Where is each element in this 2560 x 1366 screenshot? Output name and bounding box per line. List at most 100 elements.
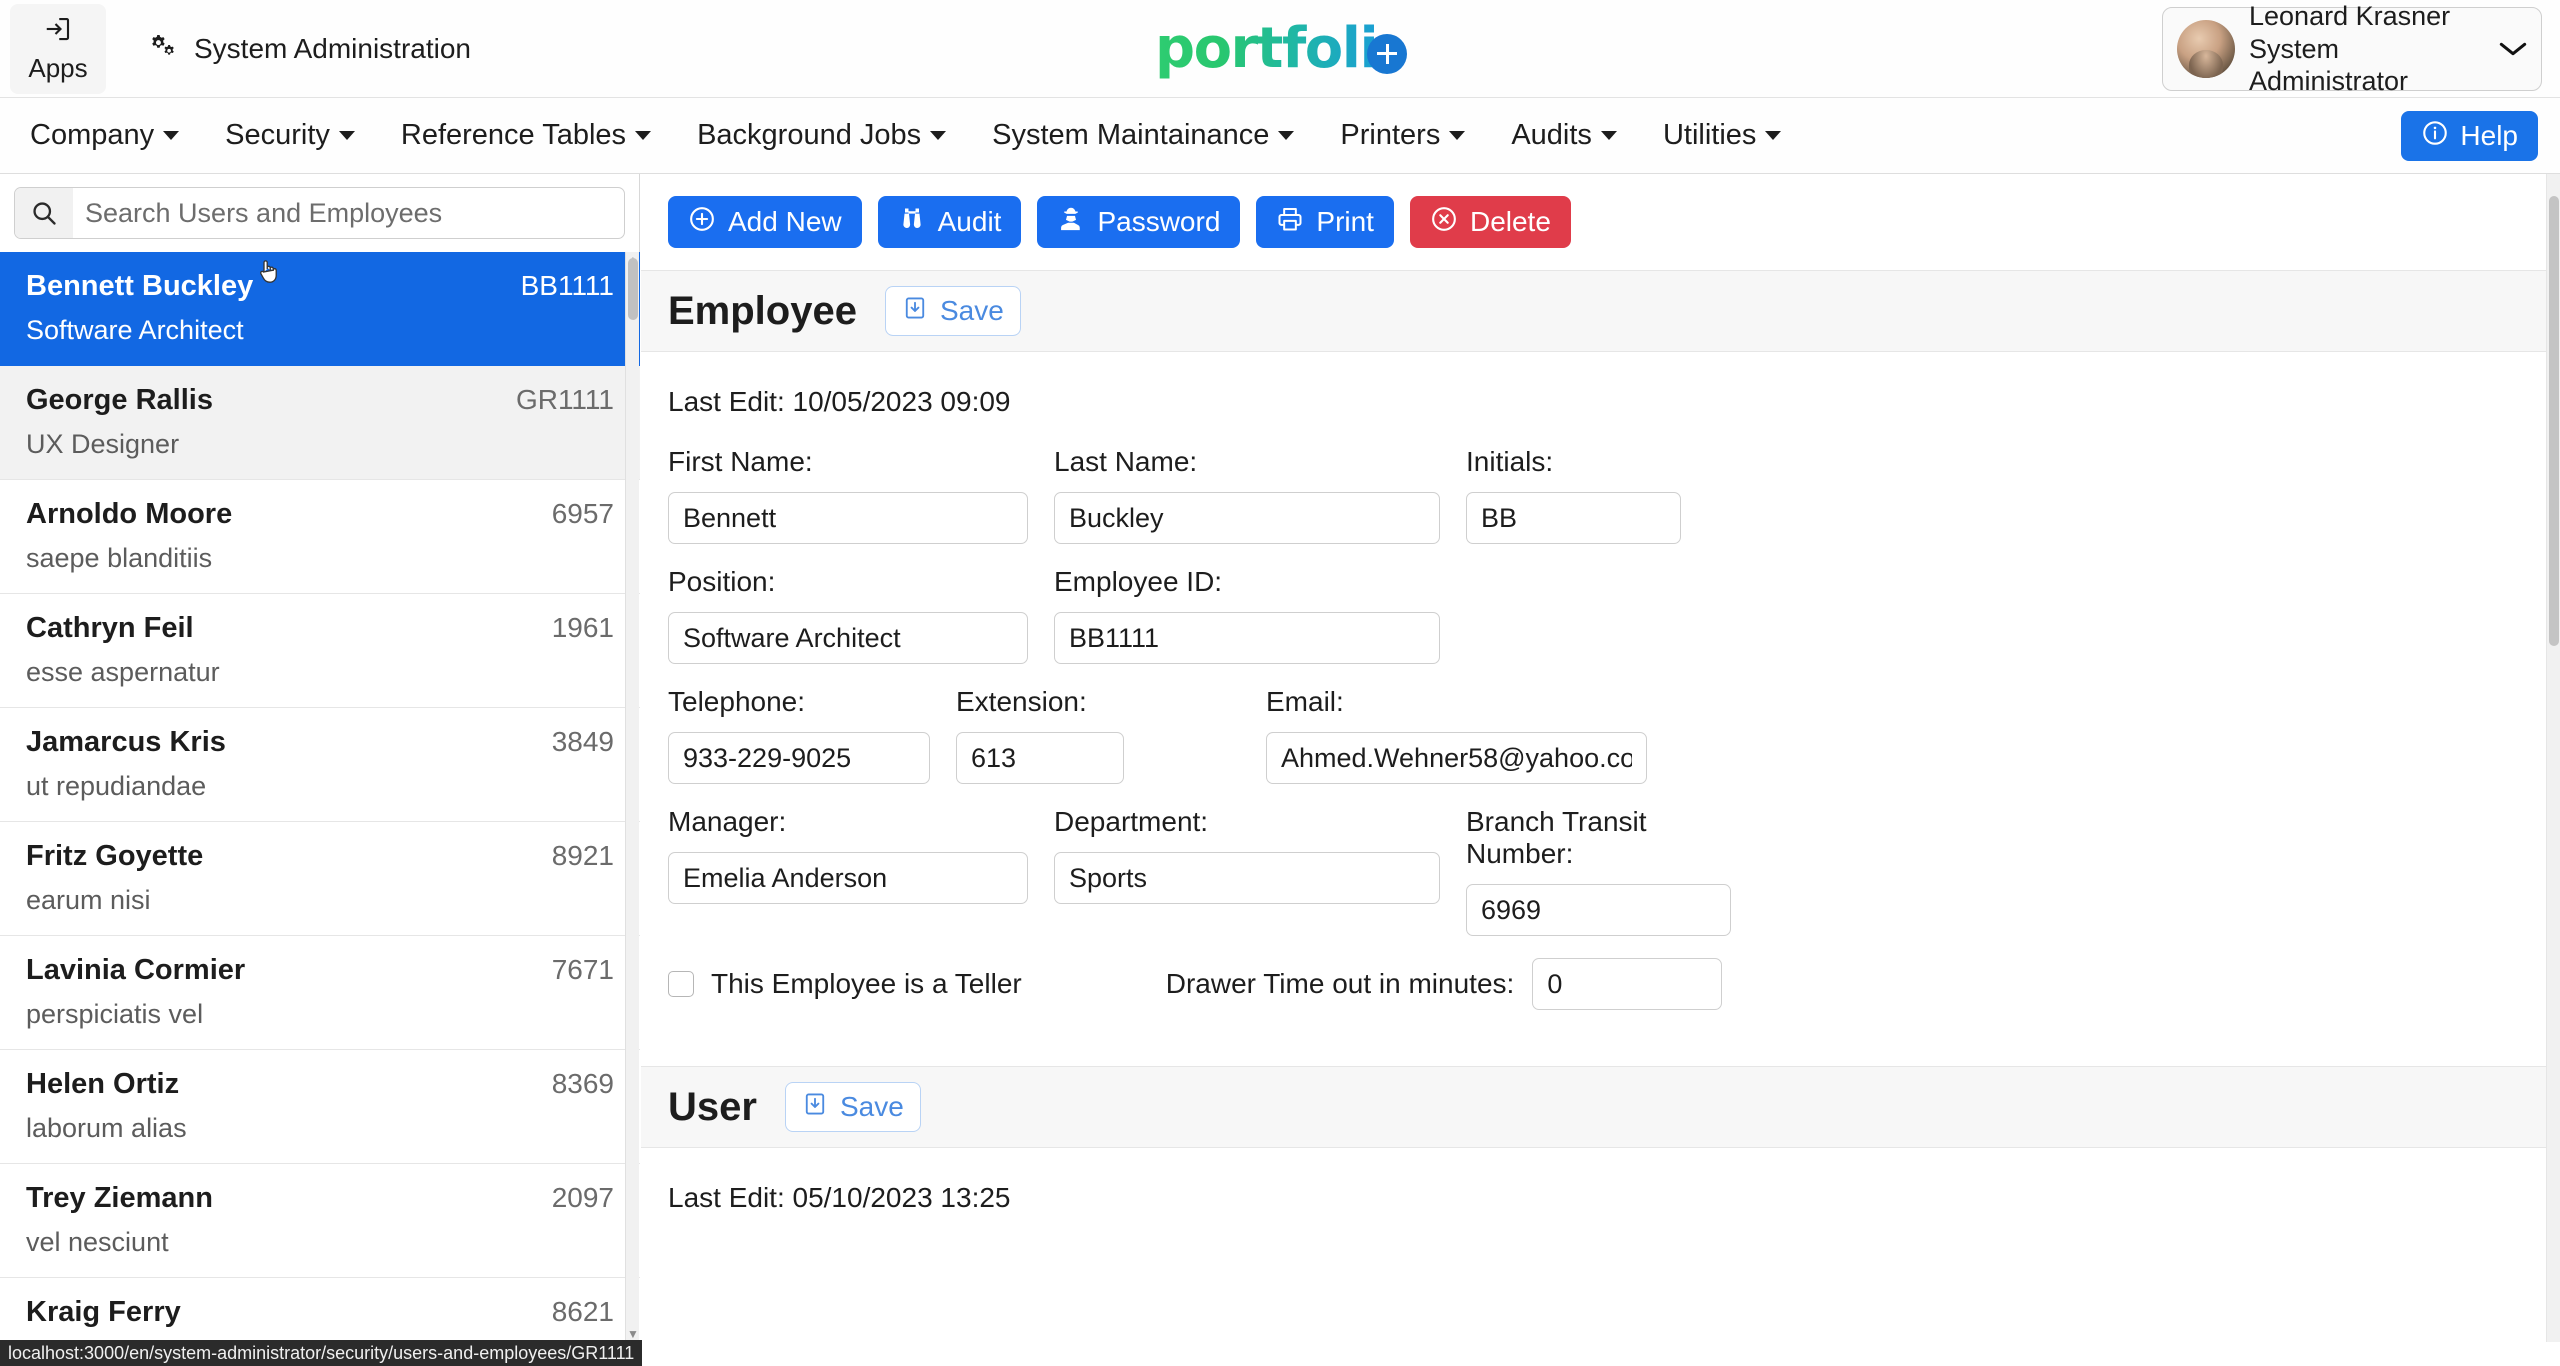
list-item[interactable]: Kraig Ferry 8621 eaque aliquam — [0, 1278, 640, 1342]
apps-label: Apps — [28, 53, 87, 84]
branch-transit-number-label: Branch Transit Number: — [1466, 806, 1731, 870]
main-scrollbar[interactable] — [2546, 174, 2560, 1342]
users-and-employees-list[interactable]: Bennett Buckley BB1111 Software Architec… — [0, 252, 640, 1342]
last-name-group: Last Name: — [1054, 446, 1440, 544]
list-item-code: 2097 — [552, 1182, 614, 1214]
action-toolbar: Add New Audit Password — [641, 174, 2560, 270]
delete-button[interactable]: Delete — [1410, 196, 1571, 248]
list-item-subtitle: laborum alias — [26, 1113, 614, 1144]
employee-section-header: Employee Save — [641, 270, 2560, 352]
teller-checkbox[interactable] — [668, 971, 694, 997]
email-label: Email: — [1266, 686, 1647, 718]
list-item[interactable]: Arnoldo Moore 6957 saepe blanditiis — [0, 480, 640, 594]
nav-item-company[interactable]: Company — [30, 119, 179, 152]
print-button[interactable]: Print — [1256, 196, 1394, 248]
audit-button[interactable]: Audit — [878, 196, 1022, 248]
avatar — [2177, 20, 2235, 78]
nav-label: Company — [30, 119, 154, 152]
user-section-header: User Save — [641, 1066, 2560, 1148]
list-item-code: 7671 — [552, 954, 614, 986]
search-input[interactable] — [73, 188, 624, 238]
password-button[interactable]: Password — [1037, 196, 1240, 248]
add-new-label: Add New — [728, 206, 842, 238]
list-item-subtitle: Software Architect — [26, 315, 614, 346]
first-name-field[interactable] — [668, 492, 1028, 544]
nav-item-security[interactable]: Security — [225, 119, 355, 152]
user-form: Last Edit: 05/10/2023 13:25 — [641, 1148, 2560, 1214]
list-item[interactable]: Helen Ortiz 8369 laborum alias — [0, 1050, 640, 1164]
list-item[interactable]: Fritz Goyette 8921 earum nisi — [0, 822, 640, 936]
list-item[interactable]: Trey Ziemann 2097 vel nesciunt — [0, 1164, 640, 1278]
list-item-subtitle: saepe blanditiis — [26, 543, 614, 574]
chevron-down-icon — [1601, 131, 1617, 140]
list-item-name: Bennett Buckley — [26, 270, 253, 303]
sidebar-scrollbar[interactable]: ▲ ▼ — [625, 252, 639, 1342]
list-item-code: 3849 — [552, 726, 614, 758]
nav-item-reference-tables[interactable]: Reference Tables — [401, 119, 651, 152]
nav-label: Security — [225, 119, 330, 152]
nav-item-background-jobs[interactable]: Background Jobs — [697, 119, 946, 152]
list-item[interactable]: Lavinia Cormier 7671 perspiciatis vel — [0, 936, 640, 1050]
list-item-name: Trey Ziemann — [26, 1182, 213, 1215]
first-name-group: First Name: — [668, 446, 1028, 544]
branch-transit-number-field[interactable] — [1466, 884, 1731, 936]
user-menu[interactable]: Leonard Krasner System Administrator — [2162, 7, 2542, 91]
list-item-name: Jamarcus Kris — [26, 726, 226, 759]
department-field[interactable] — [1054, 852, 1440, 904]
search-box[interactable] — [14, 187, 625, 239]
department-label: Department: — [1054, 806, 1440, 838]
portfolio-logo[interactable]: portfoli — [1155, 16, 1407, 81]
nav-label: Background Jobs — [697, 119, 921, 152]
extension-group: Extension: — [956, 686, 1266, 784]
telephone-label: Telephone: — [668, 686, 930, 718]
initials-field[interactable] — [1466, 492, 1681, 544]
apps-button[interactable]: Apps — [10, 4, 106, 94]
main-scroll-thumb[interactable] — [2549, 196, 2559, 646]
nav-label: Reference Tables — [401, 119, 626, 152]
nav-item-audits[interactable]: Audits — [1511, 119, 1617, 152]
nav-item-system-maintainance[interactable]: System Maintainance — [992, 119, 1294, 152]
main-panel: Add New Audit Password — [641, 174, 2560, 1342]
nav-item-printers[interactable]: Printers — [1340, 119, 1465, 152]
list-item-name: Fritz Goyette — [26, 840, 203, 873]
telephone-field[interactable] — [668, 732, 930, 784]
initials-group: Initials: — [1466, 446, 1681, 544]
chevron-down-icon — [163, 131, 179, 140]
employee-id-field[interactable] — [1054, 612, 1440, 664]
sidebar: Bennett Buckley BB1111 Software Architec… — [0, 174, 640, 1342]
save-icon — [902, 295, 928, 328]
list-item[interactable]: Cathryn Feil 1961 esse aspernatur — [0, 594, 640, 708]
list-item[interactable]: Jamarcus Kris 3849 ut repudiandae — [0, 708, 640, 822]
add-new-button[interactable]: Add New — [668, 196, 862, 248]
drawer-timeout-group: Drawer Time out in minutes: — [1166, 958, 1723, 1010]
manager-field[interactable] — [668, 852, 1028, 904]
list-item-name: Kraig Ferry — [26, 1296, 181, 1329]
employee-save-button[interactable]: Save — [885, 286, 1021, 336]
list-item-name: Helen Ortiz — [26, 1068, 179, 1101]
password-label: Password — [1097, 206, 1220, 238]
form-row-contact: Telephone: Extension: Email: — [668, 686, 2533, 784]
list-item-code: 8921 — [552, 840, 614, 872]
chevron-down-icon[interactable] — [2499, 34, 2527, 65]
extension-field[interactable] — [956, 732, 1124, 784]
position-label: Position: — [668, 566, 1028, 598]
user-name: Leonard Krasner — [2249, 0, 2485, 32]
position-field[interactable] — [668, 612, 1028, 664]
chevron-down-icon — [1449, 131, 1465, 140]
manager-label: Manager: — [668, 806, 1028, 838]
list-item[interactable]: Bennett Buckley BB1111 Software Architec… — [0, 252, 640, 366]
department-group: Department: — [1054, 806, 1440, 936]
nav-item-utilities[interactable]: Utilities — [1663, 119, 1781, 152]
scroll-down-arrow[interactable]: ▼ — [627, 1328, 639, 1340]
branch-transit-number-group: Branch Transit Number: — [1466, 806, 1731, 936]
delete-label: Delete — [1470, 206, 1551, 238]
email-field[interactable] — [1266, 732, 1647, 784]
list-item-code: 8369 — [552, 1068, 614, 1100]
list-item[interactable]: George Rallis GR1111 UX Designer — [0, 366, 640, 480]
sidebar-scroll-thumb[interactable] — [628, 258, 638, 320]
last-name-field[interactable] — [1054, 492, 1440, 544]
help-button[interactable]: Help — [2401, 111, 2538, 161]
user-save-button[interactable]: Save — [785, 1082, 921, 1132]
system-administration-link[interactable]: System Administration — [148, 31, 471, 66]
drawer-timeout-field[interactable] — [1532, 958, 1722, 1010]
